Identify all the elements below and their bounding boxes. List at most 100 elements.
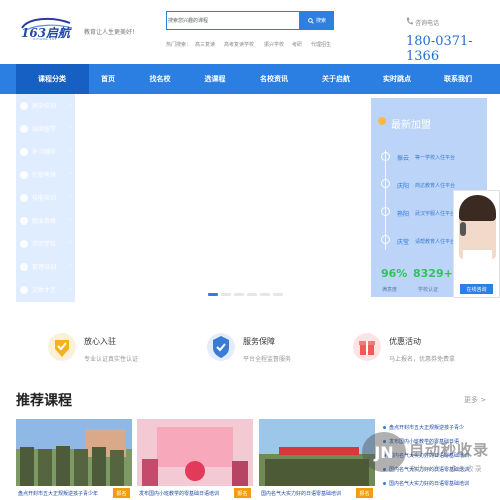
category-icon <box>20 262 28 271</box>
timeline-text[interactable]: 商达教育人住平台 <box>415 182 455 189</box>
sidebar-item[interactable]: 文体才艺 <box>20 285 56 294</box>
carousel-dot[interactable] <box>208 293 218 296</box>
hot-search-item[interactable]: 考研 <box>292 41 302 48</box>
signup-badge[interactable]: 报名 <box>234 488 251 498</box>
bullet-icon <box>383 481 386 485</box>
phone-icon <box>406 17 413 25</box>
slogan: 教育让人生更美好！ <box>84 29 139 36</box>
clock-icon <box>381 207 390 216</box>
search-placeholder: 搜索您兴趣的课程 <box>168 18 209 24</box>
category-icon <box>20 124 28 133</box>
carousel-dots <box>208 293 283 296</box>
nav-item-news[interactable]: 名校资讯 <box>246 74 302 84</box>
timeline-name: 振云 <box>397 155 410 162</box>
hot-search-item[interactable]: 高考复读学校 <box>224 41 254 48</box>
news-item[interactable]: 国内名气大实力好的日语零基础培训 <box>383 476 500 490</box>
sidebar-item[interactable]: 管理培训 <box>20 262 56 271</box>
nav-item-home[interactable]: 首页 <box>80 74 136 84</box>
chevron-right-icon: › <box>69 147 72 154</box>
bullet-icon <box>383 425 386 429</box>
feature-subtitle: 马上报名，优惠券免费拿 <box>389 356 456 363</box>
course-card[interactable]: 盘点开封市五大正规叛逆孩子青少年 报名 <box>16 419 132 500</box>
logo-subtext: QIHANG 163 <box>33 37 57 41</box>
hot-search-item[interactable]: 振兴学校 <box>264 41 284 48</box>
timeline-name: 庆阳 <box>397 183 410 190</box>
nav-item-courses[interactable]: 选课程 <box>187 74 243 84</box>
nav-item-category[interactable]: 课程分类 <box>24 74 80 84</box>
sidebar-item[interactable]: 补习辅导 <box>20 147 56 156</box>
search-button[interactable]: 搜索 <box>300 11 334 30</box>
chevron-right-icon: › <box>69 124 72 131</box>
timeline-text[interactable]: 等一学校入住平台 <box>415 154 455 161</box>
hot-search-item[interactable]: 代理招生 <box>311 41 331 48</box>
category-icon <box>20 193 28 202</box>
timeline-text[interactable]: 请帮教育人住平台 <box>415 238 455 245</box>
online-consult-button[interactable]: 在线咨询 <box>460 284 493 294</box>
feature-title: 放心入驻 <box>84 337 116 346</box>
hot-search-label: 热门搜索： <box>166 42 192 48</box>
course-card[interactable]: 国内名气大实力好的日语零基础培训 报名 <box>259 419 375 500</box>
bell-icon <box>378 117 386 125</box>
chevron-right-icon: › <box>69 101 72 108</box>
panel-title: 最新加盟 <box>391 120 431 131</box>
category-icon <box>20 285 28 294</box>
category-icon <box>20 216 28 225</box>
signup-badge[interactable]: 报名 <box>113 488 130 498</box>
chevron-right-icon: › <box>69 170 72 177</box>
timeline-name: 庆莹 <box>397 239 410 246</box>
course-card[interactable]: 发布国内小班教学的零基础日语培训 报名 <box>137 419 253 500</box>
stat-schools-label: 学校认证 <box>418 287 439 293</box>
sidebar-item[interactable]: 学历学位 <box>20 239 56 248</box>
watermark-logo: JN <box>362 432 406 472</box>
stat-satisfaction: 96% <box>381 267 408 280</box>
sidebar-item[interactable]: 高中培训 <box>20 101 56 110</box>
carousel-dot[interactable] <box>234 293 244 296</box>
search-button-label: 搜索 <box>315 18 326 24</box>
nav-item-live[interactable]: 实时跳点 <box>369 74 425 84</box>
feature-subtitle: 平台全程监督服务 <box>243 356 292 363</box>
chevron-right-icon: › <box>69 239 72 246</box>
sidebar-item[interactable]: 技能培训 <box>20 193 56 202</box>
watermark-subtext: 来访一次 · 永久收录 <box>409 465 483 473</box>
category-icon <box>20 147 28 156</box>
hot-search-item[interactable]: 高三复读 <box>195 41 215 48</box>
sidebar-item[interactable]: 出国留学 <box>20 124 56 133</box>
chevron-right-icon: › <box>69 285 72 292</box>
phone-label: 咨询电话 <box>415 20 440 27</box>
gift-icon <box>353 333 381 361</box>
clock-icon <box>381 152 390 161</box>
timeline-text[interactable]: 武汉宇服人住平台 <box>415 210 455 217</box>
news-item[interactable]: 盘点开封市五大正规叛逆孩子青少 <box>383 420 500 434</box>
clock-icon <box>381 235 390 244</box>
sidebar-item[interactable]: 在职考研 <box>20 170 56 179</box>
carousel-dot[interactable] <box>247 293 257 296</box>
chevron-right-icon: › <box>69 193 72 200</box>
sidebar-item[interactable]: 职业资格 <box>20 216 56 225</box>
stat-schools: 8329+ <box>413 267 453 280</box>
nav-item-contact[interactable]: 联系我们 <box>430 74 486 84</box>
nav-item-schools[interactable]: 找名校 <box>132 74 188 84</box>
search-icon <box>308 17 314 24</box>
timeline-name: 熟阳 <box>397 211 410 218</box>
chevron-right-icon: › <box>69 216 72 223</box>
chevron-right-icon: › <box>69 262 72 269</box>
carousel-dot[interactable] <box>260 293 270 296</box>
category-icon <box>20 101 28 110</box>
stat-satisfaction-label: 满意度 <box>382 287 398 293</box>
more-link[interactable]: 更多 > <box>464 395 486 405</box>
signup-badge[interactable]: 报名 <box>356 488 373 498</box>
category-icon <box>20 239 28 248</box>
watermark-text: 自动秒收录 <box>409 441 490 459</box>
shield-check-icon <box>48 333 76 361</box>
consultant-shirt <box>463 249 492 261</box>
category-icon <box>20 170 28 179</box>
nav-item-about[interactable]: 关于启航 <box>308 74 364 84</box>
carousel-dot[interactable] <box>221 293 231 296</box>
phone-number[interactable]: 180-0371-1366 <box>406 34 500 64</box>
feature-subtitle: 专业认证真实性认证 <box>84 356 139 363</box>
shield-service-icon <box>207 333 235 361</box>
headset-icon <box>460 222 466 236</box>
section-title: 推荐课程 <box>16 393 72 409</box>
feature-title: 优惠活动 <box>389 337 421 346</box>
carousel-dot[interactable] <box>273 293 283 296</box>
